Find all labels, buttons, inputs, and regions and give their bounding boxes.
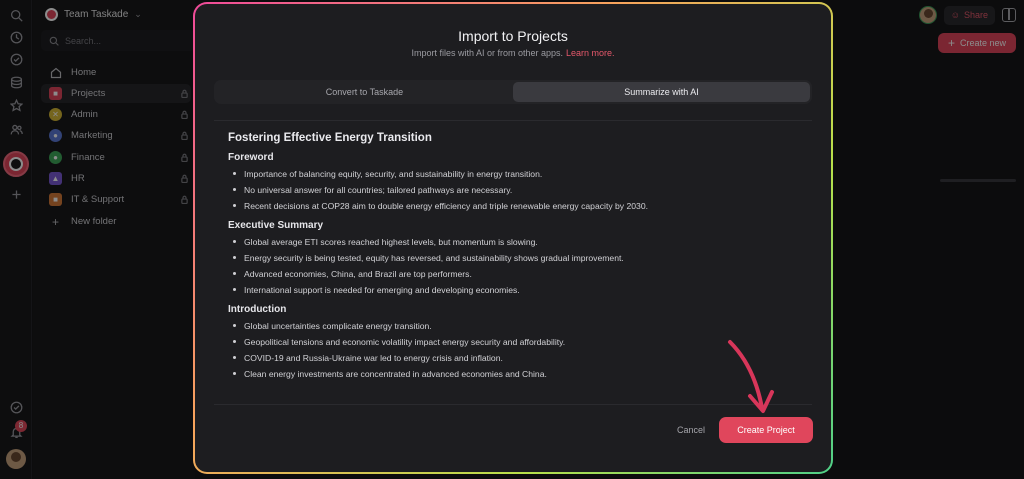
modal-body: Import to Projects Import files with AI … bbox=[195, 4, 831, 472]
bullet-item: Global average ETI scores reached highes… bbox=[228, 235, 788, 251]
modal-title: Import to Projects bbox=[458, 28, 568, 44]
bullet-item: COVID-19 and Russia-Ukraine war led to e… bbox=[228, 351, 788, 367]
import-modal: Import to Projects Import files with AI … bbox=[193, 2, 833, 474]
bullet-list: Global average ETI scores reached highes… bbox=[228, 235, 788, 299]
cancel-button[interactable]: Cancel bbox=[665, 418, 717, 442]
bullet-item: Recent decisions at COP28 aim to double … bbox=[228, 199, 788, 215]
bullet-item: Clean energy investments are concentrate… bbox=[228, 367, 788, 383]
modal-subtitle: Import files with AI or from other apps.… bbox=[195, 48, 831, 58]
import-mode-tabs: Convert to Taskade Summarize with AI bbox=[214, 80, 812, 104]
bullet-item: International support is needed for emer… bbox=[228, 283, 788, 299]
bullet-list: Global uncertainties complicate energy t… bbox=[228, 319, 788, 383]
bullet-item: Geopolitical tensions and economic volat… bbox=[228, 335, 788, 351]
divider bbox=[214, 120, 812, 121]
section-title: Introduction bbox=[228, 304, 287, 315]
learn-more-link[interactable]: Learn more. bbox=[566, 48, 615, 58]
bullet-item: Advanced economies, China, and Brazil ar… bbox=[228, 267, 788, 283]
modal-subtitle-text: Import files with AI or from other apps. bbox=[411, 48, 564, 58]
bullet-item: Global uncertainties complicate energy t… bbox=[228, 319, 788, 335]
document-title: Fostering Effective Energy Transition bbox=[228, 132, 432, 144]
tab-convert-to-taskade[interactable]: Convert to Taskade bbox=[216, 82, 513, 102]
summary-preview: Fostering Effective Energy Transition Fo… bbox=[228, 132, 788, 388]
bullet-item: Importance of balancing equity, security… bbox=[228, 167, 788, 183]
divider bbox=[214, 404, 812, 405]
tab-summarize-with-ai[interactable]: Summarize with AI bbox=[513, 82, 810, 102]
bullet-item: Energy security is being tested, equity … bbox=[228, 251, 788, 267]
create-project-button[interactable]: Create Project bbox=[719, 417, 813, 443]
section-title: Foreword bbox=[228, 152, 274, 163]
section-title: Executive Summary bbox=[228, 220, 324, 231]
bullet-item: No universal answer for all countries; t… bbox=[228, 183, 788, 199]
bullet-list: Importance of balancing equity, security… bbox=[228, 167, 788, 215]
